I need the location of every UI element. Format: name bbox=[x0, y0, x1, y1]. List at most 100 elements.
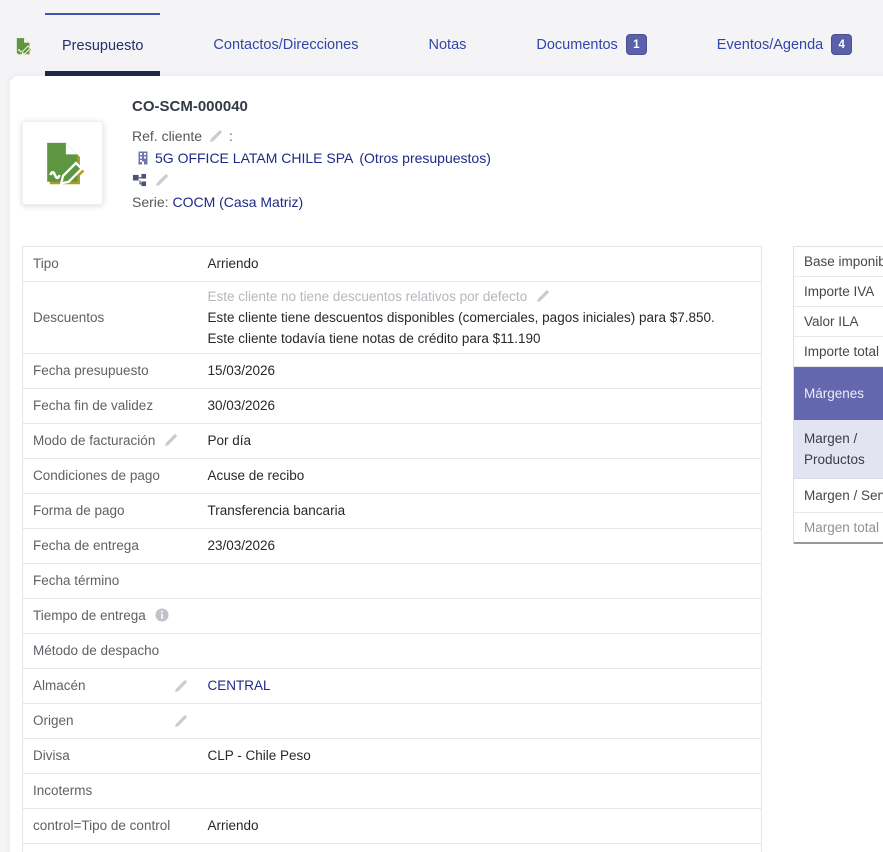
tab-documentos[interactable]: Documentos 1 bbox=[519, 13, 663, 76]
edit-origin-pencil-icon[interactable] bbox=[173, 714, 188, 729]
ref-client-line: Ref. cliente : bbox=[132, 128, 233, 144]
row-value bbox=[198, 599, 762, 634]
building-icon bbox=[137, 151, 149, 165]
row-value bbox=[198, 704, 762, 739]
table-row-origen: Origen bbox=[23, 704, 762, 739]
project-line bbox=[132, 173, 169, 188]
warehouse-link[interactable]: CENTRAL bbox=[208, 678, 271, 693]
row-value: CENTRAL bbox=[198, 669, 762, 704]
table-row-descuentos: Descuentos Este cliente no tiene descuen… bbox=[23, 282, 762, 354]
margin-products-row: Margen / Productos bbox=[794, 420, 883, 479]
proposal-doc-icon bbox=[14, 37, 32, 55]
table-row-almacen: Almacén CENTRAL bbox=[23, 669, 762, 704]
table-row-metodo-despacho: Método de despacho bbox=[23, 634, 762, 669]
row-value: Arriendo bbox=[198, 247, 762, 282]
other-proposals-link[interactable]: (Otros presupuestos) bbox=[359, 150, 491, 166]
tab-label: Notas bbox=[429, 37, 467, 53]
row-value: 15/03/2026 bbox=[198, 354, 762, 389]
row-value bbox=[198, 634, 762, 669]
tab-label: Eventos/Agenda bbox=[717, 37, 823, 53]
tab-label: Contactos/Direcciones bbox=[213, 37, 358, 53]
discount-credit-notes-line: Este cliente todavía tiene notas de créd… bbox=[208, 328, 752, 349]
total-row-importe-iva: Importe IVA bbox=[794, 277, 883, 307]
tab-presupuesto[interactable]: Presupuesto bbox=[45, 13, 160, 76]
ref-client-label: Ref. cliente bbox=[132, 128, 202, 144]
tab-bar: Presupuesto Contactos/Direcciones Notas … bbox=[0, 0, 883, 76]
row-value: Acuse de recibo bbox=[198, 459, 762, 494]
row-value: Por día bbox=[198, 424, 762, 459]
table-row-incoterms: Incoterms bbox=[23, 774, 762, 809]
totals-panel: Base imponible Importe IVA Valor ILA Imp… bbox=[793, 246, 883, 544]
discount-default-line: Este cliente no tiene descuentos relativ… bbox=[208, 286, 752, 307]
table-row-fecha-termino: Fecha término bbox=[23, 564, 762, 599]
proposal-doc-icon-large bbox=[40, 140, 86, 186]
row-label: Fecha de entrega bbox=[23, 529, 198, 564]
row-label: Condiciones de pago bbox=[23, 459, 198, 494]
serie-label: Serie: bbox=[132, 194, 169, 210]
row-value: CLP - Chile Peso bbox=[198, 739, 762, 774]
row-label: Descuentos bbox=[23, 282, 198, 354]
company-line: 5G OFFICE LATAM CHILE SPA (Otros presupu… bbox=[132, 150, 491, 166]
row-label: Divisa bbox=[23, 739, 198, 774]
events-count-badge: 4 bbox=[831, 34, 852, 55]
discount-available-line: Este cliente tiene descuentos disponible… bbox=[208, 307, 752, 328]
row-label: Origen bbox=[23, 704, 198, 739]
row-label: Método de despacho bbox=[23, 634, 198, 669]
margins-header-row: Márgenes bbox=[794, 367, 883, 420]
table-row-control: control=Tipo de control Arriendo bbox=[23, 809, 762, 844]
row-value bbox=[198, 564, 762, 599]
serie-line: Serie: COCM (Casa Matriz) bbox=[132, 194, 303, 210]
table-row-testor: testor bbox=[23, 844, 762, 852]
table-row-modo-facturacion: Modo de facturación Por día bbox=[23, 424, 762, 459]
total-row-base-imponible: Base imponible bbox=[794, 247, 883, 277]
documents-count-badge: 1 bbox=[626, 34, 647, 55]
row-value bbox=[198, 774, 762, 809]
tab-eventos-agenda[interactable]: Eventos/Agenda 4 bbox=[700, 13, 869, 76]
main-card: CO-SCM-000040 Ref. cliente : 5G OFFICE L… bbox=[10, 76, 883, 852]
ref-client-colon: : bbox=[229, 128, 233, 144]
proposal-thumbnail bbox=[22, 121, 103, 205]
serie-suffix-link[interactable]: (Casa Matriz) bbox=[219, 194, 303, 210]
tab-label: Documentos bbox=[536, 37, 617, 53]
edit-ref-client-pencil-icon[interactable] bbox=[208, 129, 223, 144]
sitemap-icon bbox=[132, 173, 147, 188]
table-row-tiempo-entrega: Tiempo de entrega bbox=[23, 599, 762, 634]
row-value bbox=[198, 844, 762, 852]
tab-notas[interactable]: Notas bbox=[412, 13, 484, 76]
row-label: Fecha término bbox=[23, 564, 198, 599]
table-row-tipo: Tipo Arriendo bbox=[23, 247, 762, 282]
edit-billing-mode-pencil-icon[interactable] bbox=[163, 433, 178, 448]
table-row-condiciones-pago: Condiciones de pago Acuse de recibo bbox=[23, 459, 762, 494]
row-label: Fecha presupuesto bbox=[23, 354, 198, 389]
table-row-forma-pago: Forma de pago Transferencia bancaria bbox=[23, 494, 762, 529]
table-row-fecha-entrega: Fecha de entrega 23/03/2026 bbox=[23, 529, 762, 564]
row-label: control=Tipo de control bbox=[23, 809, 198, 844]
tab-label: Presupuesto bbox=[62, 38, 143, 54]
details-table: Tipo Arriendo Descuentos Este cliente no… bbox=[22, 246, 762, 852]
row-label: Modo de facturación bbox=[23, 424, 198, 459]
serie-link[interactable]: COCM bbox=[172, 194, 215, 210]
info-icon bbox=[155, 608, 169, 622]
row-value: 23/03/2026 bbox=[198, 529, 762, 564]
page-title: CO-SCM-000040 bbox=[132, 98, 248, 115]
margin-services-row: Margen / Servicios bbox=[794, 479, 883, 513]
row-value: Arriendo bbox=[198, 809, 762, 844]
row-label: Tiempo de entrega bbox=[23, 599, 198, 634]
total-row-importe-total: Importe total bbox=[794, 337, 883, 367]
row-label: testor bbox=[23, 844, 198, 852]
edit-warehouse-pencil-icon[interactable] bbox=[173, 679, 188, 694]
edit-discount-pencil-icon[interactable] bbox=[535, 289, 550, 304]
table-row-divisa: Divisa CLP - Chile Peso bbox=[23, 739, 762, 774]
row-value: Transferencia bancaria bbox=[198, 494, 762, 529]
tab-contactos-direcciones[interactable]: Contactos/Direcciones bbox=[196, 13, 375, 76]
table-row-fecha-presupuesto: Fecha presupuesto 15/03/2026 bbox=[23, 354, 762, 389]
edit-project-pencil-icon[interactable] bbox=[154, 173, 169, 188]
margin-total-row: Margen total bbox=[794, 513, 883, 544]
row-label: Almacén bbox=[23, 669, 198, 704]
company-link[interactable]: 5G OFFICE LATAM CHILE SPA bbox=[155, 150, 353, 166]
row-value: Este cliente no tiene descuentos relativ… bbox=[198, 282, 762, 354]
table-row-fecha-fin-validez: Fecha fin de validez 30/03/2026 bbox=[23, 389, 762, 424]
row-label: Tipo bbox=[23, 247, 198, 282]
row-label: Incoterms bbox=[23, 774, 198, 809]
total-row-valor-ila: Valor ILA bbox=[794, 307, 883, 337]
